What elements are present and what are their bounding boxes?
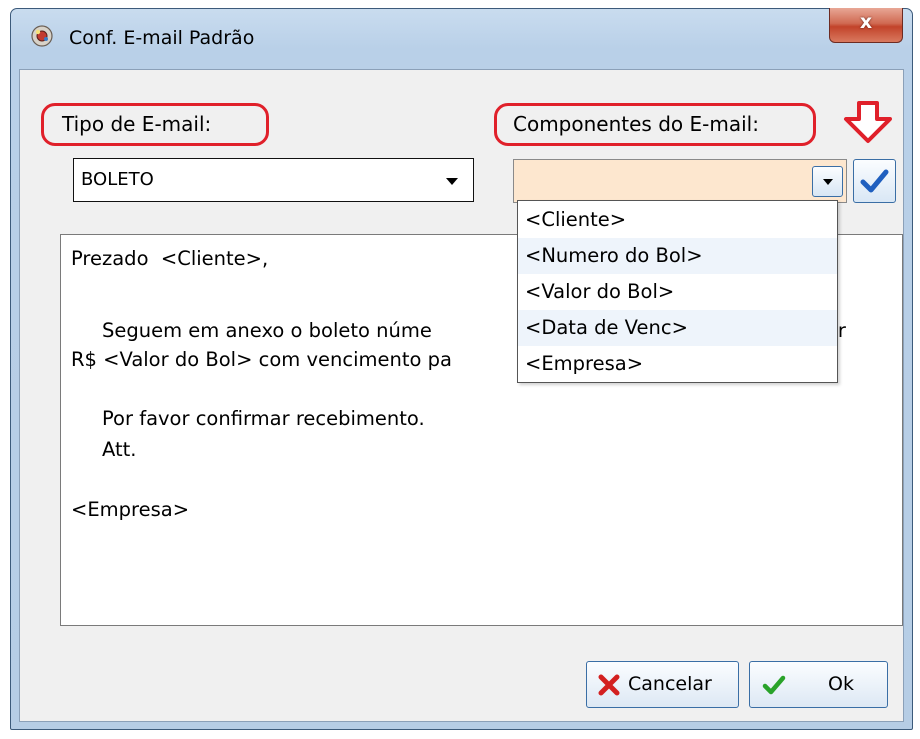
cancel-button[interactable]: Cancelar bbox=[586, 661, 739, 708]
memo-line: Seguem em anexo o boleto núme bbox=[71, 319, 432, 342]
cancel-button-label: Cancelar bbox=[628, 673, 712, 695]
dialog-window: Conf. E-mail Padrão x Tipo de E-mail: BO… bbox=[10, 8, 913, 730]
componentes-email-label: Componentes do E-mail: bbox=[513, 112, 759, 136]
ok-button[interactable]: Ok bbox=[749, 661, 888, 708]
window-title: Conf. E-mail Padrão bbox=[69, 27, 255, 49]
tipo-email-label: Tipo de E-mail: bbox=[62, 112, 212, 136]
dropdown-item-empresa[interactable]: <Empresa> bbox=[518, 346, 837, 382]
app-icon bbox=[31, 25, 53, 47]
close-icon: x bbox=[859, 11, 873, 33]
memo-line: <Empresa> bbox=[71, 498, 190, 521]
ok-button-label: Ok bbox=[828, 673, 854, 695]
insert-component-button[interactable] bbox=[853, 159, 896, 203]
tipo-email-select[interactable]: BOLETO bbox=[73, 158, 474, 202]
title-bar[interactable]: Conf. E-mail Padrão x bbox=[11, 8, 912, 69]
tipo-email-value: BOLETO bbox=[81, 169, 154, 190]
arrow-down-icon bbox=[844, 101, 892, 143]
checkmark-icon bbox=[762, 675, 786, 695]
chevron-down-icon bbox=[823, 179, 833, 185]
dropdown-item-cliente[interactable]: <Cliente> bbox=[518, 202, 837, 238]
componentes-email-select[interactable] bbox=[513, 159, 847, 203]
componentes-dropdown-button[interactable] bbox=[812, 166, 843, 197]
dropdown-item-valor-do-bol[interactable]: <Valor do Bol> bbox=[518, 274, 837, 310]
checkmark-icon bbox=[860, 169, 889, 193]
dialog-body: Tipo de E-mail: BOLETO Componentes do E-… bbox=[19, 69, 904, 722]
memo-line: R$ <Valor do Bol> com vencimento pa bbox=[71, 348, 452, 371]
close-button[interactable]: x bbox=[829, 8, 903, 43]
dropdown-item-numero-do-bol[interactable]: <Numero do Bol> bbox=[518, 238, 837, 274]
componentes-dropdown-list: <Cliente> <Numero do Bol> <Valor do Bol>… bbox=[517, 200, 838, 383]
memo-line: Prezado <Cliente>, bbox=[71, 247, 269, 270]
memo-line: Att. bbox=[71, 438, 137, 461]
memo-line: Por favor confirmar recebimento. bbox=[71, 407, 425, 430]
close-icon bbox=[598, 674, 620, 696]
chevron-down-icon bbox=[446, 178, 458, 185]
dropdown-item-data-de-venc[interactable]: <Data de Venc> bbox=[518, 310, 837, 346]
